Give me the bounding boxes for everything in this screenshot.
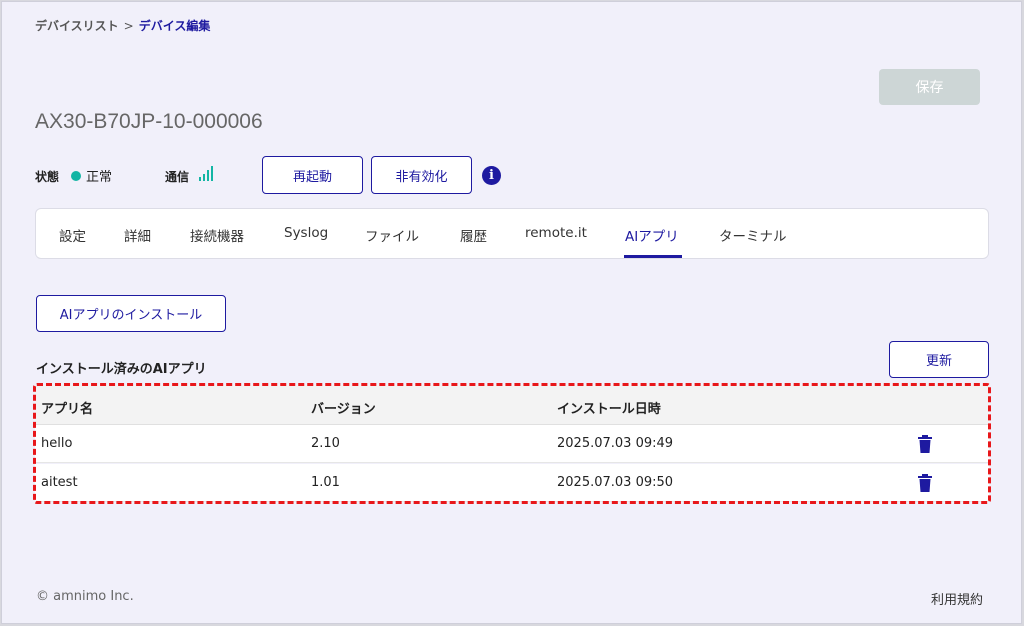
- breadcrumb-current: デバイス編集: [138, 19, 211, 33]
- install-ai-app-button[interactable]: AIアプリのインストール: [36, 295, 226, 332]
- tab-ai-apps[interactable]: AIアプリ: [625, 225, 679, 245]
- app-name-cell: hello: [41, 436, 73, 451]
- version-cell: 1.01: [311, 475, 340, 490]
- tab-terminal[interactable]: ターミナル: [719, 225, 787, 245]
- status-value: 正常: [86, 170, 113, 185]
- installed-at-cell: 2025.07.03 09:50: [557, 475, 674, 490]
- breadcrumb: デバイスリスト > デバイス編集: [35, 17, 210, 34]
- trash-icon[interactable]: [917, 435, 933, 453]
- app-name-cell: aitest: [41, 475, 78, 490]
- device-edit-page: デバイスリスト > デバイス編集 保存 AX30-B70JP-10-000006 状…: [1, 1, 1022, 624]
- restart-button[interactable]: 再起動: [262, 156, 363, 194]
- version-cell: 2.10: [311, 436, 340, 451]
- tab-syslog[interactable]: Syslog: [284, 225, 328, 241]
- table-row: hello 2.10 2025.07.03 09:49: [35, 425, 989, 463]
- column-header-app-name: アプリ名: [41, 402, 94, 417]
- installed-apps-table: アプリ名 バージョン インストール日時 hello 2.10 2025.07.0…: [35, 385, 989, 502]
- trash-icon[interactable]: [917, 474, 933, 492]
- active-tab-indicator: [624, 255, 682, 258]
- disable-button[interactable]: 非有効化: [371, 156, 472, 194]
- comm-label: 通信: [165, 170, 190, 184]
- info-icon[interactable]: i: [482, 166, 501, 185]
- tab-bar: 設定 詳細 接続機器 Syslog ファイル 履歴 remote.it AIアプ…: [35, 208, 989, 259]
- tab-settings[interactable]: 設定: [59, 225, 86, 245]
- column-header-version: バージョン: [311, 402, 376, 417]
- page-title: AX30-B70JP-10-000006: [35, 110, 263, 133]
- refresh-button[interactable]: 更新: [889, 341, 989, 378]
- copyright: © amnimo Inc.: [36, 589, 134, 604]
- table-row: aitest 1.01 2025.07.03 09:50: [35, 464, 989, 502]
- tab-connected-devices[interactable]: 接続機器: [190, 225, 244, 245]
- terms-link[interactable]: 利用規約: [931, 589, 983, 608]
- installed-apps-heading: インストール済みのAIアプリ: [36, 362, 207, 377]
- status-ok-dot-icon: [71, 171, 81, 181]
- breadcrumb-device-list-link[interactable]: デバイスリスト: [35, 19, 119, 33]
- breadcrumb-separator: >: [123, 19, 134, 33]
- installed-at-cell: 2025.07.03 09:49: [557, 436, 674, 451]
- tab-history[interactable]: 履歴: [460, 225, 487, 245]
- table-header: アプリ名 バージョン インストール日時: [35, 385, 989, 425]
- tab-remote-it[interactable]: remote.it: [525, 225, 587, 241]
- tab-details[interactable]: 詳細: [124, 225, 151, 245]
- status-label: 状態: [35, 170, 60, 184]
- signal-strength-icon: [199, 165, 215, 181]
- column-header-installed-at: インストール日時: [557, 402, 661, 417]
- save-button[interactable]: 保存: [879, 69, 980, 105]
- tab-files[interactable]: ファイル: [365, 225, 419, 245]
